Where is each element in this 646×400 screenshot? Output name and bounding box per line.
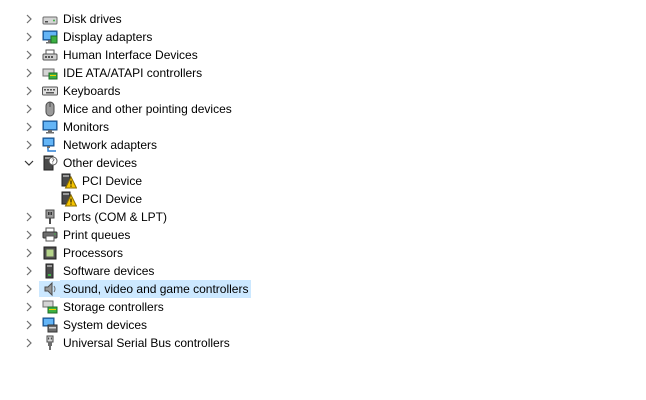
printer-icon xyxy=(42,227,58,243)
chevron-right-icon[interactable] xyxy=(23,49,35,61)
tree-item-label: Universal Serial Bus controllers xyxy=(63,336,230,350)
chevron-right-icon[interactable] xyxy=(23,31,35,43)
monitor-icon xyxy=(42,119,58,135)
tree-item-label: Network adapters xyxy=(63,138,158,152)
hid-icon xyxy=(42,47,58,63)
tree-item-label: Storage controllers xyxy=(63,300,164,314)
disk-drive-icon xyxy=(42,11,58,27)
tree-item-keyboards[interactable]: Keyboards xyxy=(0,82,646,100)
tree-item-label: Sound, video and game controllers xyxy=(60,280,252,298)
mouse-icon xyxy=(42,101,58,117)
chevron-right-icon[interactable] xyxy=(23,67,35,79)
chevron-right-icon[interactable] xyxy=(23,319,35,331)
chevron-right-icon[interactable] xyxy=(23,139,35,151)
tree-item-software-devices[interactable]: Software devices xyxy=(0,262,646,280)
tree-item-monitors[interactable]: Monitors xyxy=(0,118,646,136)
tree-item-label: Disk drives xyxy=(63,12,122,26)
chevron-right-icon[interactable] xyxy=(23,247,35,259)
tree-item-label: Monitors xyxy=(63,120,110,134)
tree-item-sound-video-game[interactable]: Sound, video and game controllers xyxy=(0,280,646,298)
chevron-right-icon[interactable] xyxy=(23,121,35,133)
svg-text:?: ? xyxy=(51,158,55,166)
tree-item-system-devices[interactable]: System devices xyxy=(0,316,646,334)
warning-device-icon xyxy=(61,191,77,207)
display-adapter-icon xyxy=(42,29,58,45)
tree-item-label: System devices xyxy=(63,318,148,332)
tree-item-human-interface-devices[interactable]: Human Interface Devices xyxy=(0,46,646,64)
tree-item-pci-device-1[interactable]: PCI Device xyxy=(0,172,646,190)
chevron-right-icon[interactable] xyxy=(23,301,35,313)
speaker-icon xyxy=(39,281,61,297)
storage-controller-icon xyxy=(42,299,58,315)
tree-item-label: PCI Device xyxy=(82,174,143,188)
keyboard-icon xyxy=(42,83,58,99)
tree-item-label: Processors xyxy=(63,246,124,260)
chevron-right-icon[interactable] xyxy=(23,85,35,97)
unknown-device-icon: ? xyxy=(42,155,58,171)
tree-item-ide-controllers[interactable]: IDE ATA/ATAPI controllers xyxy=(0,64,646,82)
tree-item-label: Mice and other pointing devices xyxy=(63,102,232,116)
software-device-icon xyxy=(42,263,58,279)
tree-item-label: Human Interface Devices xyxy=(63,48,198,62)
tree-item-label: PCI Device xyxy=(82,192,143,206)
chevron-right-icon[interactable] xyxy=(23,265,35,277)
tree-item-other-devices[interactable]: ? Other devices xyxy=(0,154,646,172)
tree-item-label: Software devices xyxy=(63,264,155,278)
tree-item-storage-controllers[interactable]: Storage controllers xyxy=(0,298,646,316)
processor-icon xyxy=(42,245,58,261)
tree-item-label: Other devices xyxy=(63,156,138,170)
tree-item-display-adapters[interactable]: Display adapters xyxy=(0,28,646,46)
ide-controller-icon xyxy=(42,65,58,81)
chevron-right-icon[interactable] xyxy=(23,283,35,295)
tree-item-label: Display adapters xyxy=(63,30,153,44)
chevron-down-icon[interactable] xyxy=(23,157,35,169)
tree-item-disk-drives[interactable]: Disk drives xyxy=(0,10,646,28)
port-icon xyxy=(42,209,58,225)
tree-item-ports[interactable]: Ports (COM & LPT) xyxy=(0,208,646,226)
tree-item-print-queues[interactable]: Print queues xyxy=(0,226,646,244)
system-device-icon xyxy=(42,317,58,333)
chevron-right-icon[interactable] xyxy=(23,211,35,223)
warning-device-icon xyxy=(61,173,77,189)
chevron-right-icon[interactable] xyxy=(23,13,35,25)
tree-item-mice[interactable]: Mice and other pointing devices xyxy=(0,100,646,118)
tree-item-label: Keyboards xyxy=(63,84,121,98)
tree-item-pci-device-2[interactable]: PCI Device xyxy=(0,190,646,208)
device-tree: Disk drives Display adapters Human Inter… xyxy=(0,10,646,352)
chevron-right-icon[interactable] xyxy=(23,103,35,115)
tree-item-label: Ports (COM & LPT) xyxy=(63,210,168,224)
usb-icon xyxy=(42,335,58,351)
tree-item-label: Print queues xyxy=(63,228,131,242)
tree-item-processors[interactable]: Processors xyxy=(0,244,646,262)
chevron-right-icon[interactable] xyxy=(23,229,35,241)
tree-item-label: IDE ATA/ATAPI controllers xyxy=(63,66,203,80)
tree-item-network-adapters[interactable]: Network adapters xyxy=(0,136,646,154)
tree-item-usb-controllers[interactable]: Universal Serial Bus controllers xyxy=(0,334,646,352)
network-adapter-icon xyxy=(42,137,58,153)
chevron-right-icon[interactable] xyxy=(23,337,35,349)
